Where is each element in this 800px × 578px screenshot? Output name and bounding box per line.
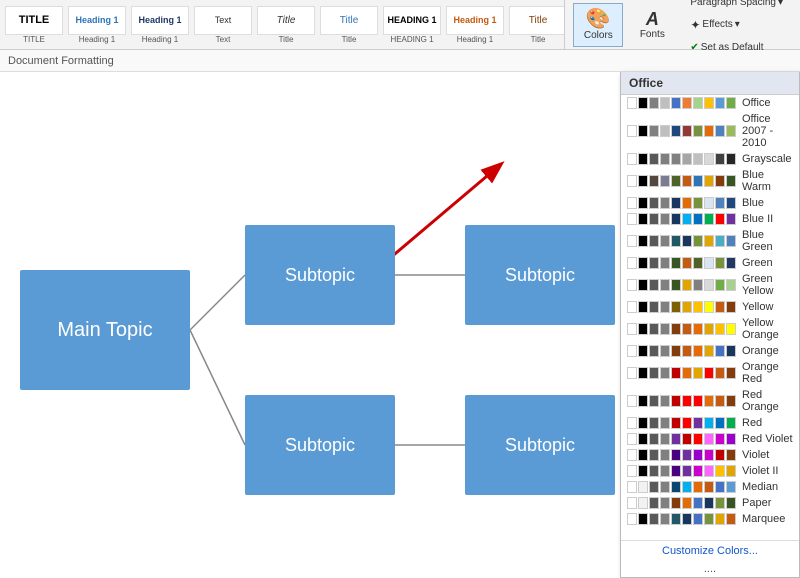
dropdown-scroll[interactable]: OfficeOffice 2007 - 2010GrayscaleBlue Wa… (621, 95, 799, 540)
mindmap: Main Topic Subtopic Subtopic Subtopic Su… (10, 95, 610, 555)
subtopic-box-3: Subtopic (245, 395, 395, 495)
chevron-down-icon2: ▾ (735, 19, 740, 30)
fonts-button[interactable]: A Fonts (627, 3, 677, 47)
colors-dropdown-panel: Office OfficeOffice 2007 - 2010Grayscale… (620, 72, 800, 578)
color-row-1[interactable]: Office 2007 - 2010 (621, 111, 799, 151)
customize-colors-button[interactable]: Customize Colors... (621, 540, 799, 561)
style-item-0[interactable]: TITLETITLE (4, 3, 64, 47)
color-row-16[interactable]: Violet (621, 447, 799, 463)
dropdown-dots: .... (621, 561, 799, 577)
document-formatting-label: Document Formatting (8, 55, 114, 67)
subtopic-box-1: Subtopic (245, 225, 395, 325)
colors-icon: 🎨 (586, 9, 611, 29)
color-row-14[interactable]: Red (621, 415, 799, 431)
color-row-9[interactable]: Yellow (621, 299, 799, 315)
color-row-15[interactable]: Red Violet (621, 431, 799, 447)
effects-button[interactable]: ✦ Effects ▾ (685, 15, 788, 35)
color-row-13[interactable]: Red Orange (621, 387, 799, 415)
color-row-17[interactable]: Violet II (621, 463, 799, 479)
colors-label: Colors (584, 30, 613, 41)
main-topic-box: Main Topic (20, 270, 190, 390)
subtopic-box-2: Subtopic (465, 225, 615, 325)
color-row-2[interactable]: Grayscale (621, 151, 799, 167)
document-area: Main Topic Subtopic Subtopic Subtopic Su… (0, 72, 620, 578)
style-item-7[interactable]: Heading 1Heading 1 (445, 3, 505, 47)
fonts-label: Fonts (640, 29, 665, 40)
style-item-8[interactable]: TitleTitle (508, 3, 564, 47)
color-row-11[interactable]: Orange (621, 343, 799, 359)
color-row-10[interactable]: Yellow Orange (621, 315, 799, 343)
style-item-6[interactable]: HEADING 1HEADING 1 (382, 3, 442, 47)
color-row-8[interactable]: Green Yellow (621, 271, 799, 299)
chevron-down-icon: ▾ (778, 0, 783, 8)
colors-button[interactable]: 🎨 Colors (573, 3, 623, 47)
paragraph-spacing-button[interactable]: Paragraph Spacing ▾ (685, 0, 788, 11)
color-row-20[interactable]: Marquee (621, 511, 799, 527)
color-row-18[interactable]: Median (621, 479, 799, 495)
style-item-3[interactable]: TextText (193, 3, 253, 47)
checkmark-icon: ✔ (690, 42, 698, 53)
color-row-5[interactable]: Blue II (621, 211, 799, 227)
color-row-6[interactable]: Blue Green (621, 227, 799, 255)
color-row-3[interactable]: Blue Warm (621, 167, 799, 195)
style-gallery: TITLETITLEHeading 1Heading 1Heading 1Hea… (0, 0, 564, 49)
ribbon-right-group: 🎨 Colors A Fonts Paragraph Spacing ▾ ✦ E… (564, 0, 800, 49)
set-default-button[interactable]: ✔ Set as Default (685, 39, 788, 56)
color-row-7[interactable]: Green (621, 255, 799, 271)
color-row-0[interactable]: Office (621, 95, 799, 111)
subtopic-box-4: Subtopic (465, 395, 615, 495)
submenu-bar: Document Formatting (0, 50, 800, 72)
style-item-2[interactable]: Heading 1Heading 1 (130, 3, 190, 47)
fonts-icon: A (646, 10, 659, 28)
dropdown-header: Office (621, 72, 799, 95)
color-row-4[interactable]: Blue (621, 195, 799, 211)
style-item-5[interactable]: TitleTitle (319, 3, 379, 47)
color-row-19[interactable]: Paper (621, 495, 799, 511)
effects-icon: ✦ (690, 18, 700, 32)
style-item-4[interactable]: TitleTitle (256, 3, 316, 47)
main-content: Main Topic Subtopic Subtopic Subtopic Su… (0, 72, 800, 578)
ribbon: TITLETITLEHeading 1Heading 1Heading 1Hea… (0, 0, 800, 50)
style-item-1[interactable]: Heading 1Heading 1 (67, 3, 127, 47)
color-row-12[interactable]: Orange Red (621, 359, 799, 387)
